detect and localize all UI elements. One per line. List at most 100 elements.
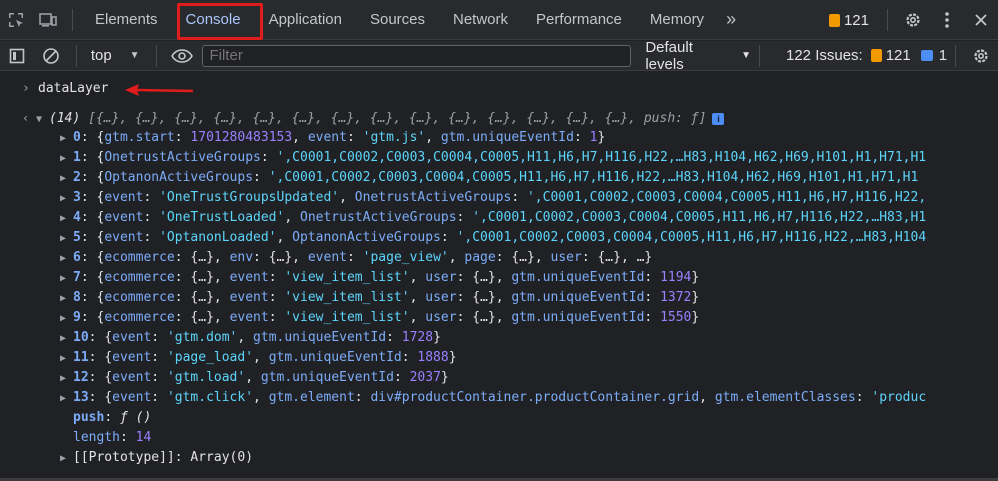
- prototype-value: Array(0): [190, 450, 254, 465]
- entry-token: user: [425, 290, 457, 305]
- entry-token: 1372: [660, 290, 692, 305]
- sidebar-toggle-icon[interactable]: [0, 41, 34, 71]
- entry-token: ',C0001,C0002,C0003,C0004,C0005,H11,H6,H…: [268, 170, 919, 185]
- caret-down-icon: ▼: [129, 50, 140, 61]
- tab-sources[interactable]: Sources: [356, 0, 439, 40]
- issue-warning-icon: [870, 49, 882, 62]
- array-entry-row[interactable]: ▶ 0: {gtm.start: 1701280483153, event: 'g…: [60, 128, 998, 148]
- array-entry-row[interactable]: ▶ 1: {OnetrustActiveGroups: ',C0001,C0002…: [60, 148, 998, 168]
- entry-token: :: [573, 130, 590, 145]
- entry-index: 5: [73, 230, 81, 245]
- array-entry-row[interactable]: ▶ 9: {ecommerce: {…}, event: 'view_item_l…: [60, 308, 998, 328]
- inspect-element-icon[interactable]: [0, 0, 32, 40]
- entry-index: 6: [73, 250, 81, 265]
- entry-token: :: [151, 370, 167, 385]
- entry-token: 'OptanonLoaded': [159, 230, 277, 245]
- console-settings-gear-icon[interactable]: [964, 41, 998, 71]
- expand-triangle-right-icon[interactable]: ▶: [60, 189, 73, 208]
- expand-triangle-right-icon[interactable]: ▶: [60, 369, 73, 388]
- entry-index: 0: [73, 130, 81, 145]
- issue-count[interactable]: 121: [844, 12, 869, 29]
- entry-token: }: [691, 270, 700, 285]
- entry-token: gtm.element: [268, 390, 355, 405]
- entry-token: ,: [245, 370, 261, 385]
- entry-token: event: [307, 250, 347, 265]
- clear-console-icon[interactable]: [34, 41, 68, 71]
- entry-token: gtm.uniqueEventId: [440, 130, 574, 145]
- array-entry-row[interactable]: ▶ 4: {event: 'OneTrustLoaded', OnetrustAc…: [60, 208, 998, 228]
- separator: [72, 8, 73, 31]
- entry-token: : {…},: [174, 250, 230, 265]
- array-entry-row[interactable]: ▶ 13: {event: 'gtm.click', gtm.element: d…: [60, 388, 998, 408]
- tab-network[interactable]: Network: [439, 0, 522, 40]
- expand-triangle-right-icon[interactable]: ▶: [60, 329, 73, 348]
- expand-triangle-right-icon[interactable]: ▶: [60, 389, 73, 408]
- array-entry-row[interactable]: ▶ 7: {ecommerce: {…}, event: 'view_item_l…: [60, 268, 998, 288]
- array-entry-row[interactable]: ▶ 12: {event: 'gtm.load', gtm.uniqueEvent…: [60, 368, 998, 388]
- expand-triangle-right-icon[interactable]: ▶: [60, 249, 73, 268]
- array-entry-row[interactable]: ▶ 11: {event: 'page_load', gtm.uniqueEven…: [60, 348, 998, 368]
- entry-token: }: [691, 310, 700, 325]
- filter-input[interactable]: [202, 44, 632, 67]
- entry-index: 11: [73, 350, 89, 365]
- array-entry-row[interactable]: ▶ 3: {event: 'OneTrustGroupsUpdated', One…: [60, 188, 998, 208]
- context-selector[interactable]: top ▼: [85, 47, 148, 64]
- entry-token: OnetrustActiveGroups: [300, 210, 457, 225]
- tab-application[interactable]: Application: [255, 0, 356, 40]
- entry-token: 'view_item_list': [284, 310, 410, 325]
- expand-triangle-right-icon[interactable]: ▶: [60, 289, 73, 308]
- entry-token: :: [644, 270, 661, 285]
- close-icon[interactable]: [964, 0, 998, 40]
- entry-token: }: [440, 370, 449, 385]
- expand-triangle-right-icon[interactable]: ▶: [60, 169, 73, 188]
- entry-token: }: [597, 130, 606, 145]
- expand-triangle-right-icon[interactable]: ▶: [60, 149, 73, 168]
- more-tabs-chevron-icon[interactable]: »: [718, 0, 744, 40]
- entry-token: :: [268, 290, 285, 305]
- info-badge-icon[interactable]: i: [712, 112, 725, 125]
- entry-token: }: [448, 350, 457, 365]
- push-row: push: ƒ (): [73, 410, 152, 425]
- array-entry-row[interactable]: ▶ 6: {ecommerce: {…}, env: {…}, event: 'p…: [60, 248, 998, 268]
- entry-token: ecommerce: [104, 250, 175, 265]
- expand-triangle-right-icon[interactable]: ▶: [60, 449, 73, 468]
- expand-triangle-right-icon[interactable]: ▶: [60, 229, 73, 248]
- entry-token: }: [433, 330, 441, 345]
- prototype-row[interactable]: ▶ [[Prototype]]: Array(0): [60, 448, 998, 468]
- entry-index: 2: [73, 170, 81, 185]
- tab-performance[interactable]: Performance: [522, 0, 636, 40]
- entry-token: 'page_view': [362, 250, 449, 265]
- entry-token: gtm.uniqueEventId: [268, 350, 402, 365]
- entry-token: :: [346, 130, 363, 145]
- entry-token: 'page_load': [166, 350, 254, 365]
- entry-token: : {…},: [456, 310, 512, 325]
- array-entry-row[interactable]: ▶ 10: {event: 'gtm.dom', gtm.uniqueEventI…: [60, 328, 998, 348]
- entry-token: event: [229, 290, 269, 305]
- more-options-kebab-icon[interactable]: [930, 0, 964, 40]
- tab-memory[interactable]: Memory: [636, 0, 718, 40]
- device-toolbar-icon[interactable]: [32, 0, 64, 40]
- entry-token: ,: [699, 390, 715, 405]
- settings-gear-icon[interactable]: [896, 0, 930, 40]
- tab-console[interactable]: Console: [172, 0, 255, 40]
- log-levels-dropdown[interactable]: Default levels ▼: [645, 39, 751, 73]
- entry-index: 3: [73, 190, 81, 205]
- array-entry-row[interactable]: ▶ 8: {ecommerce: {…}, event: 'view_item_l…: [60, 288, 998, 308]
- expand-triangle-down-icon[interactable]: ▼: [36, 110, 49, 128]
- expand-triangle-right-icon[interactable]: ▶: [60, 269, 73, 288]
- live-expression-eye-icon[interactable]: [165, 41, 199, 71]
- issues-counter[interactable]: 122 Issues: 121 1: [786, 47, 947, 64]
- console-output[interactable]: › dataLayer ‹ ▼ (14) [{…}, {…}, {…}, {…}, {…: [0, 72, 998, 481]
- expand-triangle-right-icon[interactable]: ▶: [60, 209, 73, 228]
- entry-token: 1888: [417, 350, 449, 365]
- console-result-summary[interactable]: ‹ ▼ (14) [{…}, {…}, {…}, {…}, {…}, {…}, {……: [22, 108, 988, 128]
- expand-triangle-right-icon[interactable]: ▶: [60, 129, 73, 148]
- array-entry-row[interactable]: ▶ 5: {event: 'OptanonLoaded', OptanonActi…: [60, 228, 998, 248]
- entry-token: 1701280483153: [190, 130, 293, 145]
- entry-token: 'OneTrustGroupsUpdated': [159, 190, 340, 205]
- tab-elements[interactable]: Elements: [81, 0, 172, 40]
- expand-triangle-right-icon[interactable]: ▶: [60, 309, 73, 328]
- array-entry-row[interactable]: ▶ 2: {OptanonActiveGroups: ',C0001,C0002,…: [60, 168, 998, 188]
- expand-triangle-right-icon[interactable]: ▶: [60, 349, 73, 368]
- entry-token: 'OneTrustLoaded': [159, 210, 285, 225]
